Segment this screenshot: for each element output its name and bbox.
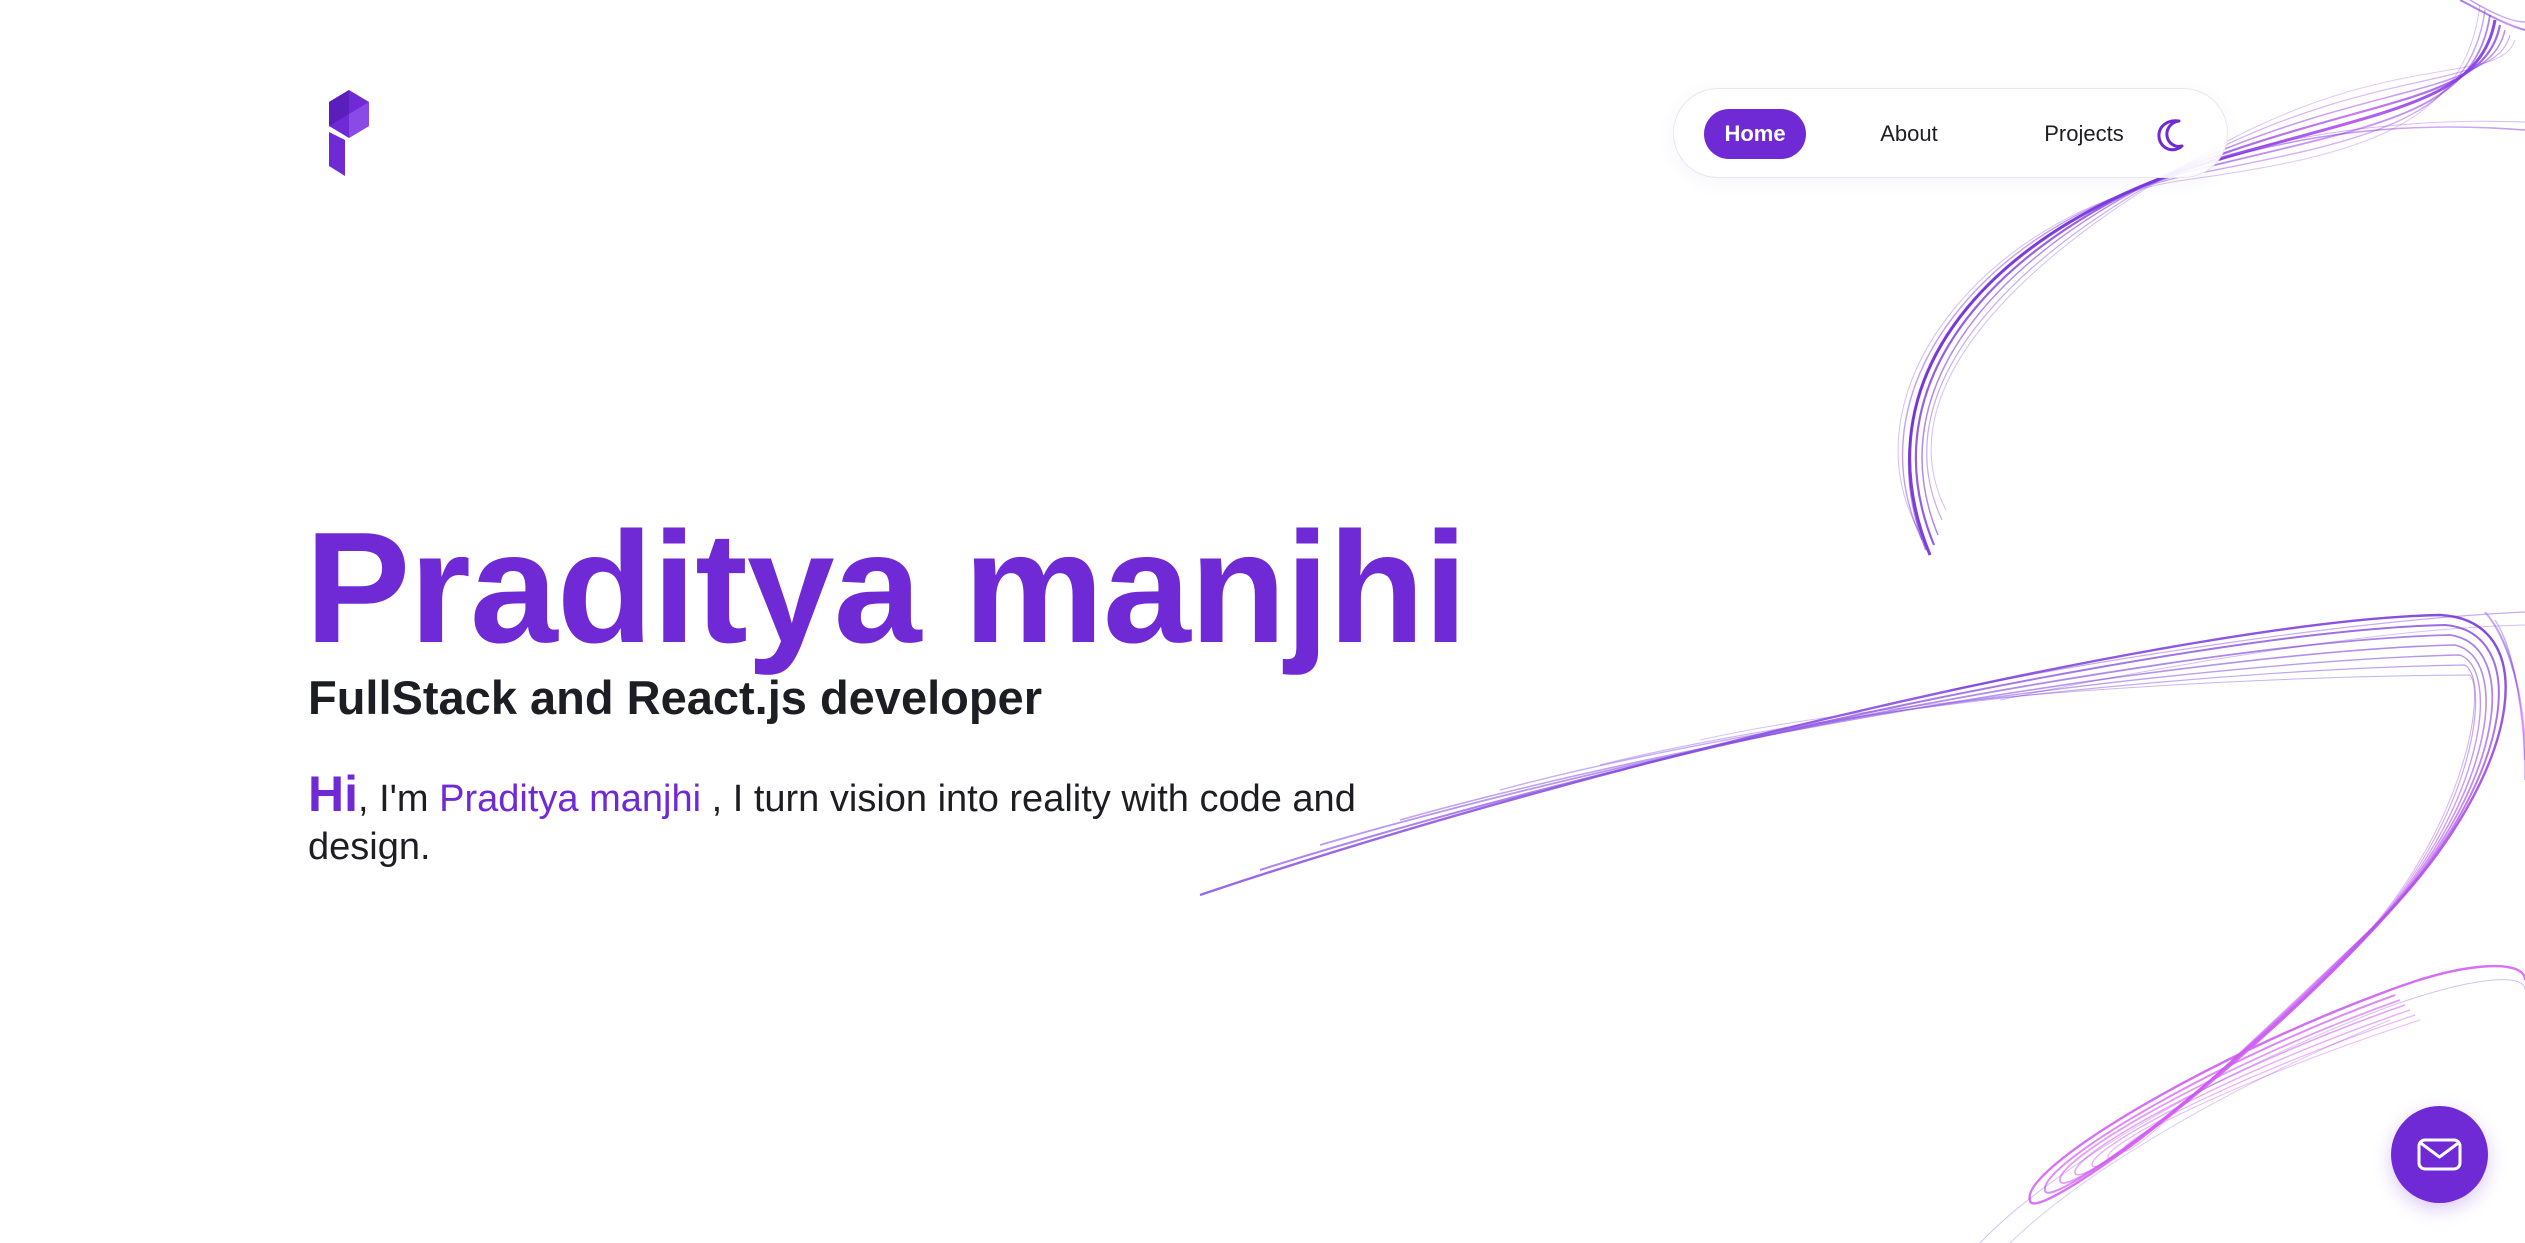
nav-item-about[interactable]: About [1849,109,1969,159]
nav-item-projects[interactable]: Projects [2009,109,2159,159]
stylized-p-logo-icon [329,90,369,176]
nav-item-home[interactable]: Home [1704,109,1806,159]
hero-intro-prefix: , I'm [358,778,440,820]
hero-title: Praditya manjhi [305,500,1468,676]
upper-ribbon [1897,0,2525,556]
hero-greeting: Hi [308,766,358,822]
hero-subtitle: FullStack and React.js developer [308,671,1042,724]
hero-intro: Hi, I'm Praditya manjhi , I turn vision … [308,769,1418,871]
main-navigation: Home About Projects [1673,88,2228,178]
theme-toggle-button[interactable] [2151,111,2197,157]
lower-ribbon [1199,611,2525,1243]
mail-icon [2417,1138,2462,1171]
contact-email-button[interactable] [2391,1106,2488,1203]
moon-icon [2157,119,2184,152]
hero-intro-name: Praditya manjhi [439,778,702,820]
portfolio-home-page: Home About Projects Praditya manjhi Full… [0,0,2525,1243]
site-logo[interactable] [325,90,375,176]
